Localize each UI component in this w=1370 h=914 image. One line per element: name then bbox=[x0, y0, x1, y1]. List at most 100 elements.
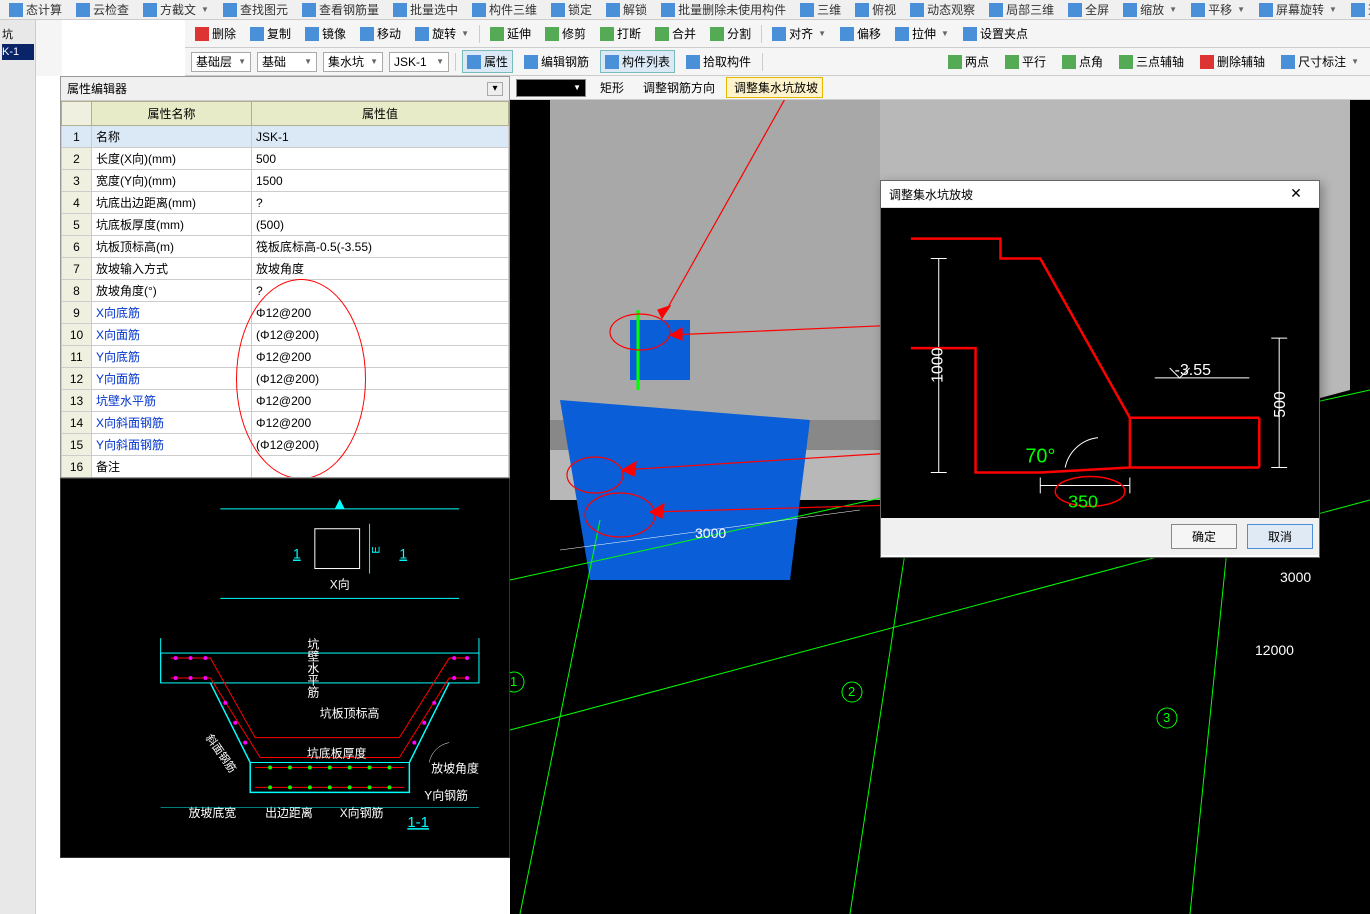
tb-cloud[interactable]: 云检查 bbox=[73, 1, 132, 18]
btn-2pt[interactable]: 两点 bbox=[943, 50, 994, 73]
cancel-button[interactable]: 取消 bbox=[1247, 524, 1313, 549]
btn-stretch[interactable]: 拉伸▼ bbox=[891, 23, 953, 44]
table-row[interactable]: 13坑壁水平筋Φ12@200 bbox=[62, 390, 509, 412]
tb-lock[interactable]: 锁定 bbox=[548, 1, 595, 18]
tb-zoom[interactable]: 缩放▼ bbox=[1120, 1, 1180, 18]
main-toolbar: 态计算 云检查 方截文▼ 查找图元 查看钢筋量 批量选中 构件三维 锁定 解锁 … bbox=[0, 0, 1370, 20]
btn-rect[interactable]: 矩形 bbox=[592, 77, 629, 98]
table-row[interactable]: 7放坡输入方式放坡角度 bbox=[62, 258, 509, 280]
tb-floor[interactable]: 选择楼层 bbox=[1348, 1, 1370, 18]
tree-item[interactable]: 坑 bbox=[2, 24, 34, 44]
svg-text:1000: 1000 bbox=[930, 347, 947, 383]
table-row[interactable]: 4坑底出边距离(mm)? bbox=[62, 192, 509, 214]
dd-category[interactable]: 基础▼ bbox=[257, 52, 317, 72]
dd-type[interactable]: 集水坑▼ bbox=[323, 52, 383, 72]
btn-move[interactable]: 移动 bbox=[356, 23, 405, 44]
tb-unlock[interactable]: 解锁 bbox=[603, 1, 650, 18]
component-toolbar: 基础层▼ 基础▼ 集水坑▼ JSK-1▼ 属性 编辑钢筋 构件列表 拾取构件 两… bbox=[185, 48, 1370, 76]
edit-toolbar: 删除 复制 镜像 移动 旋转▼ 延伸 修剪 打断 合并 分割 对齐▼ 偏移 拉伸… bbox=[185, 20, 1370, 48]
svg-text:E: E bbox=[371, 546, 383, 553]
tb-find[interactable]: 查找图元 bbox=[220, 1, 291, 18]
svg-text:放坡底宽: 放坡底宽 bbox=[189, 806, 237, 820]
left-icons bbox=[36, 20, 62, 76]
svg-text:350: 350 bbox=[1068, 491, 1098, 511]
tb-batch-del[interactable]: 批量删除未使用构件 bbox=[658, 1, 789, 18]
svg-text:出边距离: 出边距离 bbox=[265, 806, 313, 820]
ok-button[interactable]: 确定 bbox=[1171, 524, 1237, 549]
section-diagram: E X向 1 1 bbox=[60, 478, 510, 858]
svg-text:1: 1 bbox=[399, 546, 407, 562]
tb-full[interactable]: 全屏 bbox=[1065, 1, 1112, 18]
svg-text:3000: 3000 bbox=[1280, 569, 1311, 585]
col-name: 属性名称 bbox=[92, 102, 252, 126]
tb-local3d[interactable]: 局部三维 bbox=[986, 1, 1057, 18]
table-row[interactable]: 11Y向底筋Φ12@200 bbox=[62, 346, 509, 368]
btn-adj-slope[interactable]: 调整集水坑放坡 bbox=[726, 77, 823, 98]
table-row[interactable]: 14X向斜面钢筋Φ12@200 bbox=[62, 412, 509, 434]
dialog-diagram: 1000 500 -3.55 70° 350 bbox=[881, 208, 1319, 518]
table-row[interactable]: 16备注 bbox=[62, 456, 509, 478]
tree-item-selected[interactable]: K-1 bbox=[2, 44, 34, 60]
tb-view-rebar[interactable]: 查看钢筋量 bbox=[299, 1, 382, 18]
svg-text:1: 1 bbox=[510, 674, 517, 689]
dd-instance[interactable]: JSK-1▼ bbox=[389, 52, 449, 72]
tb-calc[interactable]: 态计算 bbox=[6, 1, 65, 18]
tb-3d[interactable]: 构件三维 bbox=[469, 1, 540, 18]
btn-break[interactable]: 打断 bbox=[596, 23, 645, 44]
btn-split[interactable]: 分割 bbox=[706, 23, 755, 44]
dd-color[interactable]: ▼ bbox=[516, 79, 586, 97]
svg-text:Y向钢筋: Y向钢筋 bbox=[424, 788, 468, 802]
svg-text:1-1: 1-1 bbox=[407, 814, 429, 831]
btn-grips[interactable]: 设置夹点 bbox=[959, 23, 1032, 44]
close-icon[interactable]: ✕ bbox=[1281, 185, 1311, 203]
btn-align[interactable]: 对齐▼ bbox=[768, 23, 830, 44]
table-row[interactable]: 8放坡角度(°)? bbox=[62, 280, 509, 302]
svg-text:坑壁水平筋: 坑壁水平筋 bbox=[306, 638, 320, 699]
table-row[interactable]: 15Y向斜面钢筋(Φ12@200) bbox=[62, 434, 509, 456]
svg-text:坑板顶标高: 坑板顶标高 bbox=[320, 707, 380, 721]
tb-batch-sel[interactable]: 批量选中 bbox=[390, 1, 461, 18]
svg-text:1: 1 bbox=[293, 546, 301, 562]
table-row[interactable]: 1名称JSK-1 bbox=[62, 126, 509, 148]
btn-adj-dir[interactable]: 调整钢筋方向 bbox=[635, 77, 720, 98]
tb-pan[interactable]: 平移▼ bbox=[1188, 1, 1248, 18]
close-icon[interactable]: ▾ bbox=[487, 82, 503, 96]
svg-text:2: 2 bbox=[848, 684, 855, 699]
btn-3pt[interactable]: 三点辅轴 bbox=[1114, 50, 1189, 73]
btn-offset[interactable]: 偏移 bbox=[836, 23, 885, 44]
btn-parallel[interactable]: 平行 bbox=[1000, 50, 1051, 73]
table-row[interactable]: 6坑板顶标高(m)筏板底标高-0.5(-3.55) bbox=[62, 236, 509, 258]
btn-extend[interactable]: 延伸 bbox=[486, 23, 535, 44]
btn-edit-rebar[interactable]: 编辑钢筋 bbox=[519, 50, 594, 73]
tb-3d2[interactable]: 三维 bbox=[797, 1, 844, 18]
tb-top[interactable]: 俯视 bbox=[852, 1, 899, 18]
btn-pick[interactable]: 拾取构件 bbox=[681, 50, 756, 73]
btn-list[interactable]: 构件列表 bbox=[600, 50, 675, 73]
btn-trim[interactable]: 修剪 bbox=[541, 23, 590, 44]
table-row[interactable]: 12Y向面筋(Φ12@200) bbox=[62, 368, 509, 390]
btn-mirror[interactable]: 镜像 bbox=[301, 23, 350, 44]
svg-text:X向: X向 bbox=[330, 577, 350, 591]
btn-props[interactable]: 属性 bbox=[462, 50, 513, 73]
btn-del-axis[interactable]: 删除辅轴 bbox=[1195, 50, 1270, 73]
dd-floor[interactable]: 基础层▼ bbox=[191, 52, 251, 72]
btn-copy[interactable]: 复制 bbox=[246, 23, 295, 44]
btn-merge[interactable]: 合并 bbox=[651, 23, 700, 44]
tb-block[interactable]: 方截文▼ bbox=[140, 1, 212, 18]
btn-ptangle[interactable]: 点角 bbox=[1057, 50, 1108, 73]
btn-delete[interactable]: 删除 bbox=[191, 23, 240, 44]
table-row[interactable]: 5坑底板厚度(mm)(500) bbox=[62, 214, 509, 236]
table-row[interactable]: 10X向面筋(Φ12@200) bbox=[62, 324, 509, 346]
table-row[interactable]: 3宽度(Y向)(mm)1500 bbox=[62, 170, 509, 192]
btn-dim[interactable]: 尺寸标注▼ bbox=[1276, 50, 1364, 73]
btn-rotate[interactable]: 旋转▼ bbox=[411, 23, 473, 44]
tb-orbit[interactable]: 动态观察 bbox=[907, 1, 978, 18]
svg-text:斜面钢筋: 斜面钢筋 bbox=[203, 731, 240, 775]
table-row[interactable]: 2长度(X向)(mm)500 bbox=[62, 148, 509, 170]
tb-rotate[interactable]: 屏幕旋转▼ bbox=[1256, 1, 1340, 18]
table-row[interactable]: 9X向底筋Φ12@200 bbox=[62, 302, 509, 324]
svg-text:12000: 12000 bbox=[1255, 642, 1294, 658]
left-sidebar: 坑 K-1 bbox=[0, 20, 36, 914]
dialog-title: 调整集水坑放坡 bbox=[889, 186, 973, 203]
slope-dialog: 调整集水坑放坡 ✕ bbox=[880, 180, 1320, 558]
